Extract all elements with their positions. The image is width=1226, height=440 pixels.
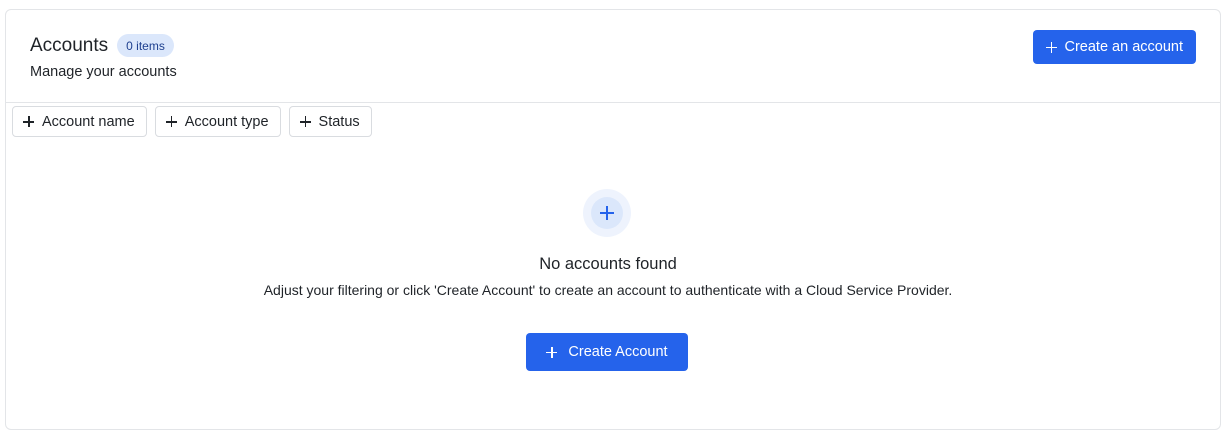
filter-account-name[interactable]: Account name	[12, 106, 147, 137]
filter-label: Account name	[42, 113, 135, 130]
create-account-cta-label: Create Account	[568, 344, 668, 360]
filter-label: Account type	[184, 113, 269, 130]
plus-icon	[546, 346, 558, 358]
panel-header: Accounts 0 items Manage your accounts Cr…	[6, 10, 1220, 103]
create-account-cta-button[interactable]: Create Account	[526, 333, 688, 371]
empty-state-title: No accounts found	[539, 255, 677, 273]
page-subtitle: Manage your accounts	[30, 64, 177, 80]
filter-label: Status	[318, 113, 360, 130]
plus-icon	[600, 206, 614, 220]
title-row: Accounts 0 items	[30, 34, 174, 57]
plus-icon	[165, 116, 177, 127]
empty-state-description: Adjust your filtering or click 'Create A…	[263, 282, 953, 298]
empty-state-icon-circle	[591, 197, 623, 229]
create-account-button-label: Create an account	[1064, 39, 1184, 55]
empty-state-icon	[583, 189, 631, 237]
filter-account-type[interactable]: Account type	[154, 106, 281, 137]
filter-bar: Account name Account type Status	[12, 106, 372, 137]
plus-icon	[299, 116, 311, 127]
page-title: Accounts	[30, 34, 109, 56]
create-account-button[interactable]: Create an account	[1032, 30, 1196, 64]
plus-icon	[1045, 41, 1057, 53]
item-count-badge: 0 items	[117, 34, 174, 57]
plus-icon	[23, 116, 34, 127]
filter-status[interactable]: Status	[288, 106, 372, 137]
